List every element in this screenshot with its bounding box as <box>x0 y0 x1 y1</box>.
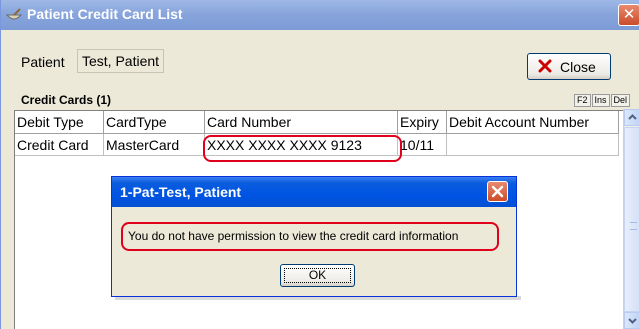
dialog-message-highlight <box>121 222 499 251</box>
chevron-up-icon <box>628 114 637 120</box>
table-vertical-scrollbar[interactable] <box>623 109 639 329</box>
scroll-thumb[interactable] <box>624 127 639 312</box>
table-cell-card-type[interactable]: MasterCard <box>104 134 205 156</box>
close-button[interactable]: Close <box>527 53 611 80</box>
window-title: Patient Credit Card List <box>27 6 183 22</box>
hotkey-f2[interactable]: F2 <box>574 94 591 107</box>
ok-button-focus-ring <box>284 268 351 283</box>
card-number-highlight <box>203 135 402 162</box>
x-icon <box>538 59 552 73</box>
table-cell-debit-account-number[interactable] <box>447 134 619 156</box>
ok-button[interactable]: OK <box>280 264 355 287</box>
patient-label: Patient <box>21 54 65 70</box>
column-header-card-type[interactable]: CardType <box>104 111 205 134</box>
hotkey-del[interactable]: Del <box>610 94 631 107</box>
table-cell-expiry[interactable]: 10/11 <box>398 134 447 156</box>
column-header-expiry[interactable]: Expiry <box>398 111 447 134</box>
hotkey-hints: F2 Ins Del <box>574 94 631 107</box>
close-button-label: Close <box>560 59 596 75</box>
scroll-up-button[interactable] <box>624 109 639 126</box>
dialog-title: 1-Pat-Test, Patient <box>120 184 242 200</box>
patient-credit-card-window: Patient Credit Card List ✕ Patient Test,… <box>0 0 639 329</box>
scroll-grip <box>630 222 637 230</box>
chevron-down-icon <box>628 318 637 324</box>
dialog-titlebar[interactable]: 1-Pat-Test, Patient <box>112 177 516 207</box>
column-header-debit-type[interactable]: Debit Type <box>15 111 104 134</box>
scroll-down-button[interactable] <box>624 312 639 329</box>
window-close-button[interactable]: ✕ <box>618 4 639 26</box>
table-cell-debit-type[interactable]: Credit Card <box>15 134 104 156</box>
hotkey-ins[interactable]: Ins <box>591 94 610 107</box>
credit-cards-header: Credit Cards (1) <box>21 93 112 107</box>
dialog-close-button[interactable] <box>487 181 508 202</box>
column-header-card-number[interactable]: Card Number <box>205 111 398 134</box>
mortar-pestle-icon <box>5 8 23 20</box>
close-icon <box>491 185 504 198</box>
patient-name-field: Test, Patient <box>77 49 165 73</box>
window-titlebar[interactable]: Patient Credit Card List ✕ <box>1 0 639 30</box>
column-header-debit-account-number[interactable]: Debit Account Number <box>447 111 619 134</box>
